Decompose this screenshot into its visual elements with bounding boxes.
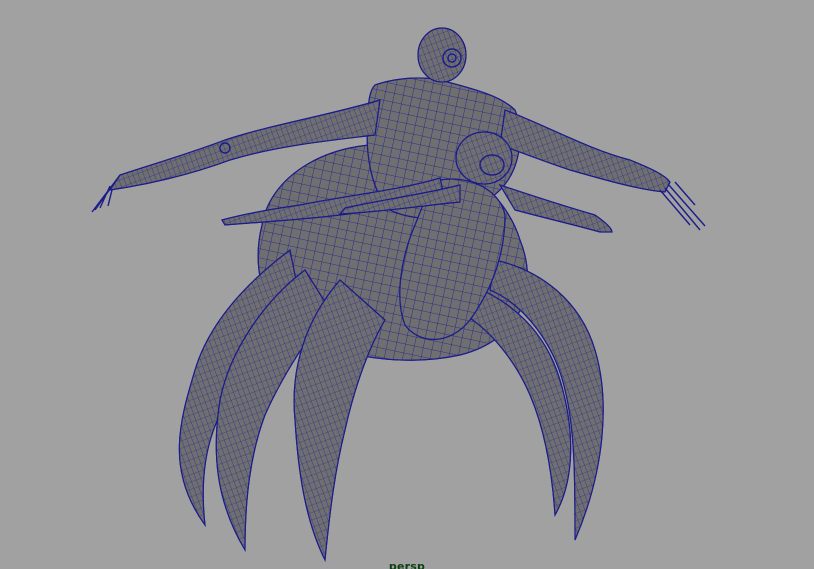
perspective-viewport[interactable]: persp bbox=[0, 0, 814, 569]
creature-secondary-head[interactable] bbox=[455, 131, 513, 185]
creature-mesh-icon[interactable] bbox=[0, 0, 814, 569]
creature-head[interactable] bbox=[417, 27, 467, 83]
camera-name-label: persp bbox=[388, 560, 426, 569]
